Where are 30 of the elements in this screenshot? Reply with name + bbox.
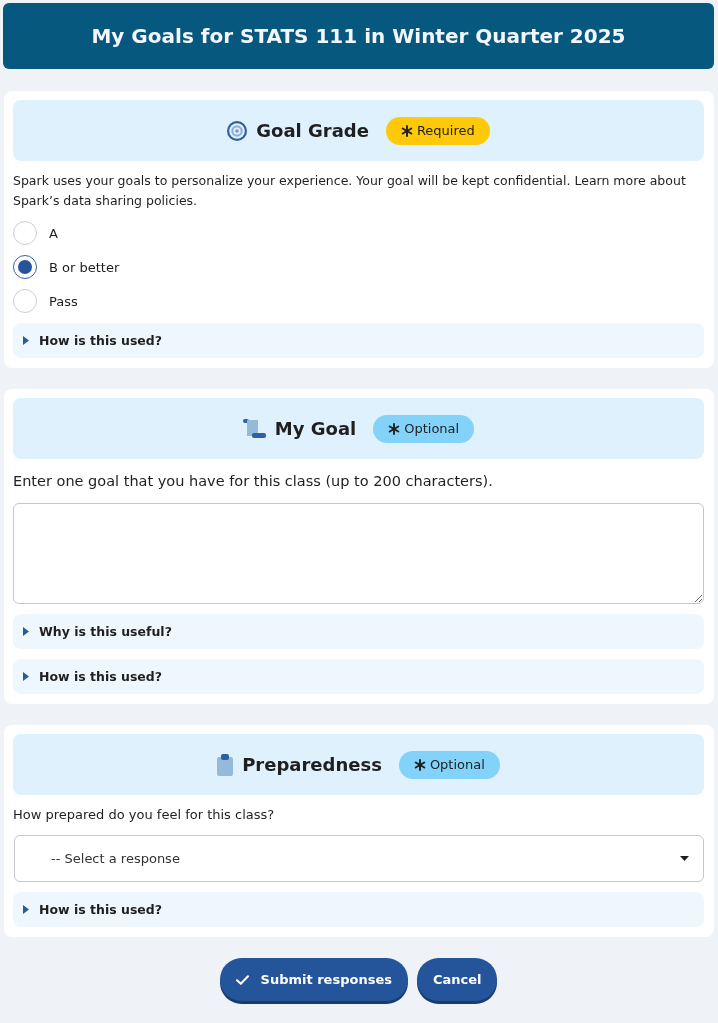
asterisk-icon: [400, 124, 413, 137]
option-label[interactable]: B or better: [49, 259, 120, 275]
goal-text-field[interactable]: [13, 503, 704, 604]
disclosure-toggle[interactable]: How is this used?: [13, 892, 704, 927]
option-label[interactable]: A: [49, 225, 58, 241]
question-text: How prepared do you feel for this class?: [13, 806, 276, 824]
clipboard-icon: [217, 753, 234, 776]
tag-label: Required: [416, 123, 475, 138]
section-title: Goal Grade: [256, 120, 369, 141]
caret-down-icon: [680, 856, 689, 861]
check-icon: [235, 974, 249, 985]
question-text: Enter one goal that you have for this class (up to 200 characters).: [13, 472, 494, 491]
target-icon: [227, 120, 248, 141]
disclosure-toggle[interactable]: How is this used?: [13, 659, 704, 694]
tag-label: Optional: [429, 757, 485, 772]
submit-button[interactable]: Submit responses: [219, 958, 408, 1001]
option-label[interactable]: Pass: [49, 293, 78, 309]
scroll-icon: [242, 419, 266, 438]
description-text: Spark uses your goals to personalize your experience. Your goal will be kept confidential. Learn more about Spark’s data sharing policies.: [13, 172, 687, 210]
radio-button[interactable]: [13, 255, 37, 279]
disclosure-toggle[interactable]: How is this used?: [13, 323, 704, 358]
disclosure-toggle[interactable]: Why is this useful?: [13, 614, 704, 649]
asterisk-icon: [413, 758, 426, 771]
section-title: Preparedness: [242, 754, 382, 775]
asterisk-icon: [388, 422, 401, 435]
tag-label: Optional: [404, 421, 460, 436]
response-dropdown[interactable]: -- Select a response: [14, 835, 704, 882]
section-title: My Goal: [274, 418, 357, 439]
page-title: My Goals for STATS 111 in Winter Quarter 2025: [91, 24, 626, 48]
cancel-button[interactable]: Cancel: [416, 958, 498, 1001]
